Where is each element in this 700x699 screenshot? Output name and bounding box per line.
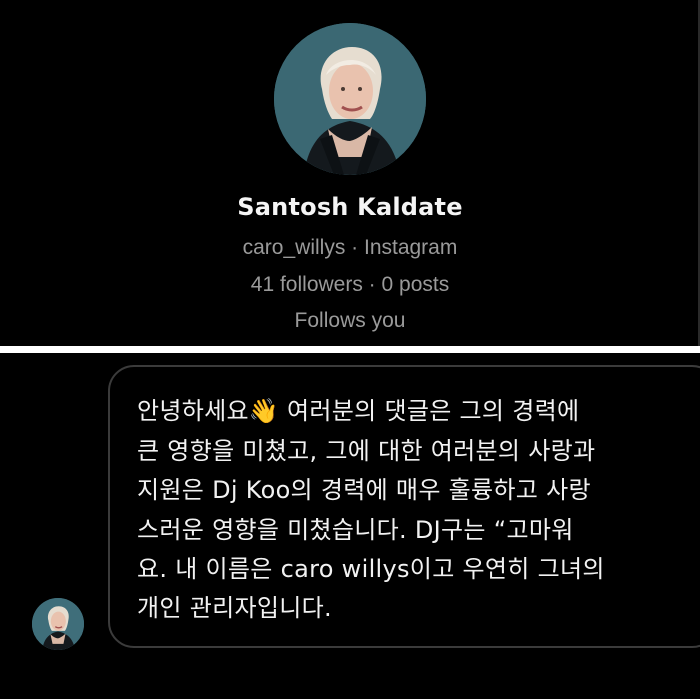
message-thread-panel: 안녕하세요👋 여러분의 댓글은 그의 경력에 큰 영향을 미쳤고, 그에 대한 … xyxy=(0,353,700,699)
profile-name: Santosh Kaldate xyxy=(237,193,463,221)
profile-photo-woman-icon xyxy=(32,598,84,650)
profile-avatar[interactable] xyxy=(274,23,426,175)
sender-avatar[interactable] xyxy=(32,598,84,650)
message-text-line: 안녕하세요👋 여러분의 댓글은 그의 경력에 xyxy=(137,397,580,425)
message-text-line: 스러운 영향을 미쳤습니다. DJ구는 “고마워 xyxy=(137,516,574,544)
message-text-line: 지원은 Dj Koo의 경력에 매우 훌륭하고 사랑 xyxy=(137,476,591,504)
profile-photo-woman-icon xyxy=(274,23,426,175)
follows-you-label: Follows you xyxy=(294,309,406,332)
profile-username-line: caro_willys · Instagram xyxy=(242,236,458,259)
message-text-line: 개인 관리자입니다. xyxy=(137,594,332,622)
message-text-line: 요. 내 이름은 caro willys이고 우연히 그녀의 xyxy=(137,555,605,583)
profile-stats-line: 41 followers · 0 posts xyxy=(250,273,450,296)
profile-header-panel: Santosh Kaldate caro_willys · Instagram … xyxy=(0,0,700,346)
message-text-line: 큰 영향을 미쳤고, 그에 대한 여러분의 사랑과 xyxy=(137,437,596,465)
